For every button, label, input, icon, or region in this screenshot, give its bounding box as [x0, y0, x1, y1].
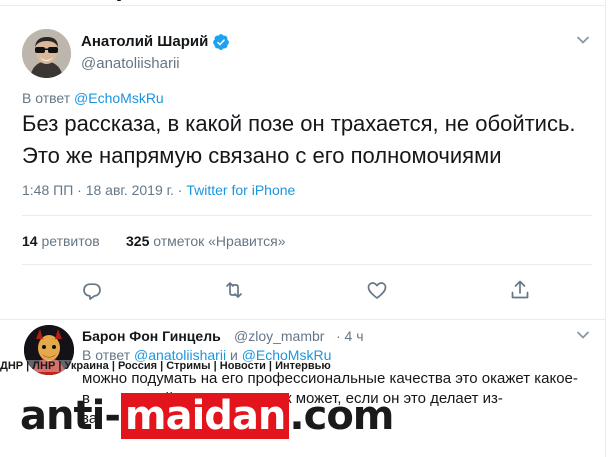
reply-time[interactable]: · 4 ч [336, 328, 364, 344]
author-display-name[interactable]: Анатолий Шарий [81, 33, 208, 50]
likes-count: 325 [126, 233, 150, 249]
tweet-thread: Анатолий Шарий @anatoliisharii В ответ @… [0, 0, 606, 457]
watermark-logo-part: anti [20, 393, 105, 439]
tweet-text-line: Это же напрямую связано с его полномочия… [22, 143, 502, 168]
meta-separator: · [177, 182, 183, 198]
tweet-time[interactable]: 1:48 ПП [22, 182, 73, 198]
tweet-timestamp: 1:48 ПП · 18 авг. 2019 г. · Twitter for … [22, 182, 295, 198]
reply-text-line: можно подумать на его профессиональные к… [82, 370, 578, 387]
reply-context: В ответ @EchoMskRu [22, 90, 164, 106]
retweets-stat[interactable]: 14 ретвитов [22, 233, 100, 249]
chevron-down-icon[interactable] [576, 330, 590, 340]
tweet-text: Без рассказа, в какой позе он трахается,… [22, 108, 602, 172]
author-handle[interactable]: @anatoliisharii [81, 55, 180, 72]
reply-to-handle-link[interactable]: @EchoMskRu [74, 90, 164, 106]
reply-icon[interactable] [80, 278, 104, 302]
share-icon[interactable] [508, 278, 532, 302]
watermark-logo-part: maidan [120, 393, 290, 439]
likes-stat[interactable]: 325 отметок «Нравится» [126, 233, 286, 249]
retweets-label: ретвитов [41, 233, 100, 249]
reply-author-name[interactable]: Барон Фон Гинцель [82, 328, 221, 344]
meta-separator: · [77, 182, 82, 198]
chevron-down-icon[interactable] [576, 35, 590, 45]
likes-label: отметок «Нравится» [153, 233, 286, 249]
reply-author-handle[interactable]: @zloy_mambr [234, 328, 324, 344]
watermark-logo-dash: - [104, 393, 121, 439]
tweet-text-line: Без рассказа, в какой позе он трахается,… [22, 111, 576, 136]
reply-to-prefix: В ответ [22, 90, 71, 106]
divider [22, 264, 592, 265]
divider [22, 215, 592, 216]
avatar-image [22, 29, 71, 78]
tweet-source-link[interactable]: Twitter for iPhone [186, 182, 295, 198]
retweets-count: 14 [22, 233, 38, 249]
watermark-logo: anti-maidan .com [20, 393, 394, 453]
retweet-icon[interactable] [222, 278, 246, 302]
main-tweet: Анатолий Шарий @anatoliisharii В ответ @… [0, 0, 605, 320]
verified-badge-icon [213, 34, 229, 50]
avatar[interactable] [22, 29, 71, 78]
watermark-logo-part: .com [289, 393, 394, 439]
tweet-date[interactable]: 18 авг. 2019 г. [86, 182, 174, 198]
watermark-nav: ДНР | ЛНР | Украина | Россия | Стримы | … [0, 360, 331, 372]
like-icon[interactable] [365, 278, 389, 302]
